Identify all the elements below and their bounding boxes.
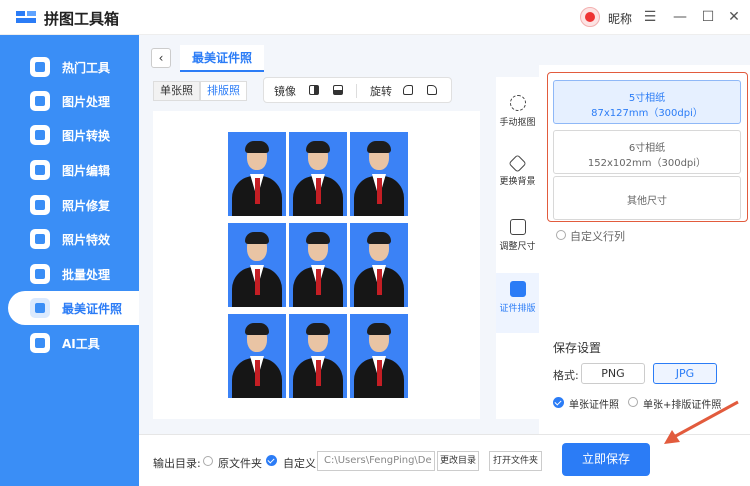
camera-effect-icon: [30, 229, 50, 249]
rotate-right-icon[interactable]: [427, 85, 437, 95]
id-photo: [350, 223, 408, 307]
image-convert-icon: [30, 125, 50, 145]
output-dir-label: 输出目录:: [153, 457, 201, 470]
format-png-button[interactable]: PNG: [581, 363, 645, 384]
sidebar-item-batch[interactable]: 批量处理: [0, 257, 139, 291]
rotate-left-icon[interactable]: [403, 85, 413, 95]
tool-id-layout[interactable]: 证件排版: [496, 273, 539, 333]
tools-icon: [30, 57, 50, 77]
id-photo: [289, 223, 347, 307]
sidebar-item-image-convert[interactable]: 图片转换: [0, 118, 139, 152]
mirror-horizontal-icon[interactable]: [309, 85, 319, 95]
tab-layout-photo[interactable]: 排版照: [200, 81, 247, 101]
custom-rows-label: 自定义行列: [570, 230, 625, 243]
paper-option-5inch[interactable]: 5寸相纸 87x127mm（300dpi）: [553, 80, 741, 124]
paper-option-other[interactable]: 其他尺寸: [553, 176, 741, 220]
rotate-label: 旋转: [370, 85, 392, 98]
output-path-input[interactable]: C:\Users\FengPing\De: [317, 451, 435, 471]
single-photo-label: 单张证件照: [569, 400, 619, 411]
camera-icon: [30, 195, 50, 215]
photo-layout-canvas: [153, 111, 480, 419]
format-label: 格式:: [553, 369, 579, 382]
edit-toolbar: 镜像 旋转: [263, 77, 452, 103]
resize-icon: [509, 219, 526, 235]
paint-bucket-icon: [508, 154, 527, 173]
save-now-button[interactable]: 立即保存: [562, 443, 650, 476]
title-bar: 拼图工具箱 昵称 ☰ — ☐ ✕: [0, 0, 750, 35]
sidebar-item-id-photo[interactable]: 最美证件照: [8, 291, 139, 325]
batch-icon: [30, 264, 50, 284]
sidebar-item-hot-tools[interactable]: 热门工具: [0, 50, 139, 84]
maximize-icon[interactable]: ☐: [698, 7, 718, 27]
id-photo: [228, 132, 286, 216]
id-photo: [289, 314, 347, 398]
id-photo: [289, 132, 347, 216]
menu-icon[interactable]: ☰: [640, 7, 660, 27]
avatar[interactable]: [580, 7, 600, 27]
combo-photo-radio[interactable]: [628, 397, 638, 407]
tool-resize[interactable]: 调整尺寸: [496, 211, 539, 271]
mirror-label: 镜像: [274, 85, 296, 98]
close-icon[interactable]: ✕: [724, 7, 744, 27]
custom-folder-checkbox[interactable]: [266, 455, 277, 466]
person-icon: [30, 298, 50, 318]
sidebar-item-photo-effects[interactable]: 照片特效: [0, 222, 139, 256]
tool-change-background[interactable]: 更换背景: [496, 149, 539, 209]
sidebar-item-photo-repair[interactable]: 照片修复: [0, 188, 139, 222]
id-card-icon: [509, 281, 526, 297]
custom-folder-label: 自定义: [283, 457, 316, 470]
minimize-icon[interactable]: —: [670, 7, 690, 27]
paper-option-6inch[interactable]: 6寸相纸 152x102mm（300dpi）: [553, 130, 741, 174]
arrow-annotation-icon: [664, 400, 739, 444]
id-photo: [228, 314, 286, 398]
cutout-icon: [509, 95, 526, 111]
id-photo: [350, 132, 408, 216]
sidebar: 热门工具 图片处理 图片转换 图片编辑 照片修复 照片特效 批量处理 最美证件照…: [0, 35, 139, 486]
id-photo: [350, 314, 408, 398]
change-dir-button[interactable]: 更改目录: [437, 451, 479, 471]
mirror-vertical-icon[interactable]: [333, 85, 343, 95]
single-photo-checkbox[interactable]: [553, 397, 564, 408]
app-title: 拼图工具箱: [44, 10, 120, 28]
tool-column: 手动抠图 更换背景 调整尺寸 证件排版: [496, 77, 539, 419]
tab-single-photo[interactable]: 单张照: [153, 81, 200, 101]
format-jpg-button[interactable]: JPG: [653, 363, 717, 384]
sidebar-item-ai-tools[interactable]: AI工具: [0, 326, 139, 360]
id-photo: [228, 223, 286, 307]
original-folder-radio[interactable]: [203, 456, 213, 466]
image-edit-icon: [30, 160, 50, 180]
save-settings-title: 保存设置: [553, 341, 602, 355]
image-icon: [30, 91, 50, 111]
app-logo-icon: [16, 11, 36, 23]
sidebar-item-image-edit[interactable]: 图片编辑: [0, 153, 139, 187]
custom-rows-radio[interactable]: [556, 230, 566, 240]
tool-manual-cutout[interactable]: 手动抠图: [496, 87, 539, 147]
page-title: 最美证件照: [180, 45, 264, 72]
ai-icon: [30, 333, 50, 353]
toolbar-divider: [356, 84, 357, 98]
original-folder-label: 原文件夹: [218, 457, 262, 470]
nickname[interactable]: 昵称: [608, 10, 632, 27]
open-folder-button[interactable]: 打开文件夹: [489, 451, 542, 471]
sidebar-item-image-processing[interactable]: 图片处理: [0, 84, 139, 118]
back-button[interactable]: ‹: [151, 48, 171, 68]
